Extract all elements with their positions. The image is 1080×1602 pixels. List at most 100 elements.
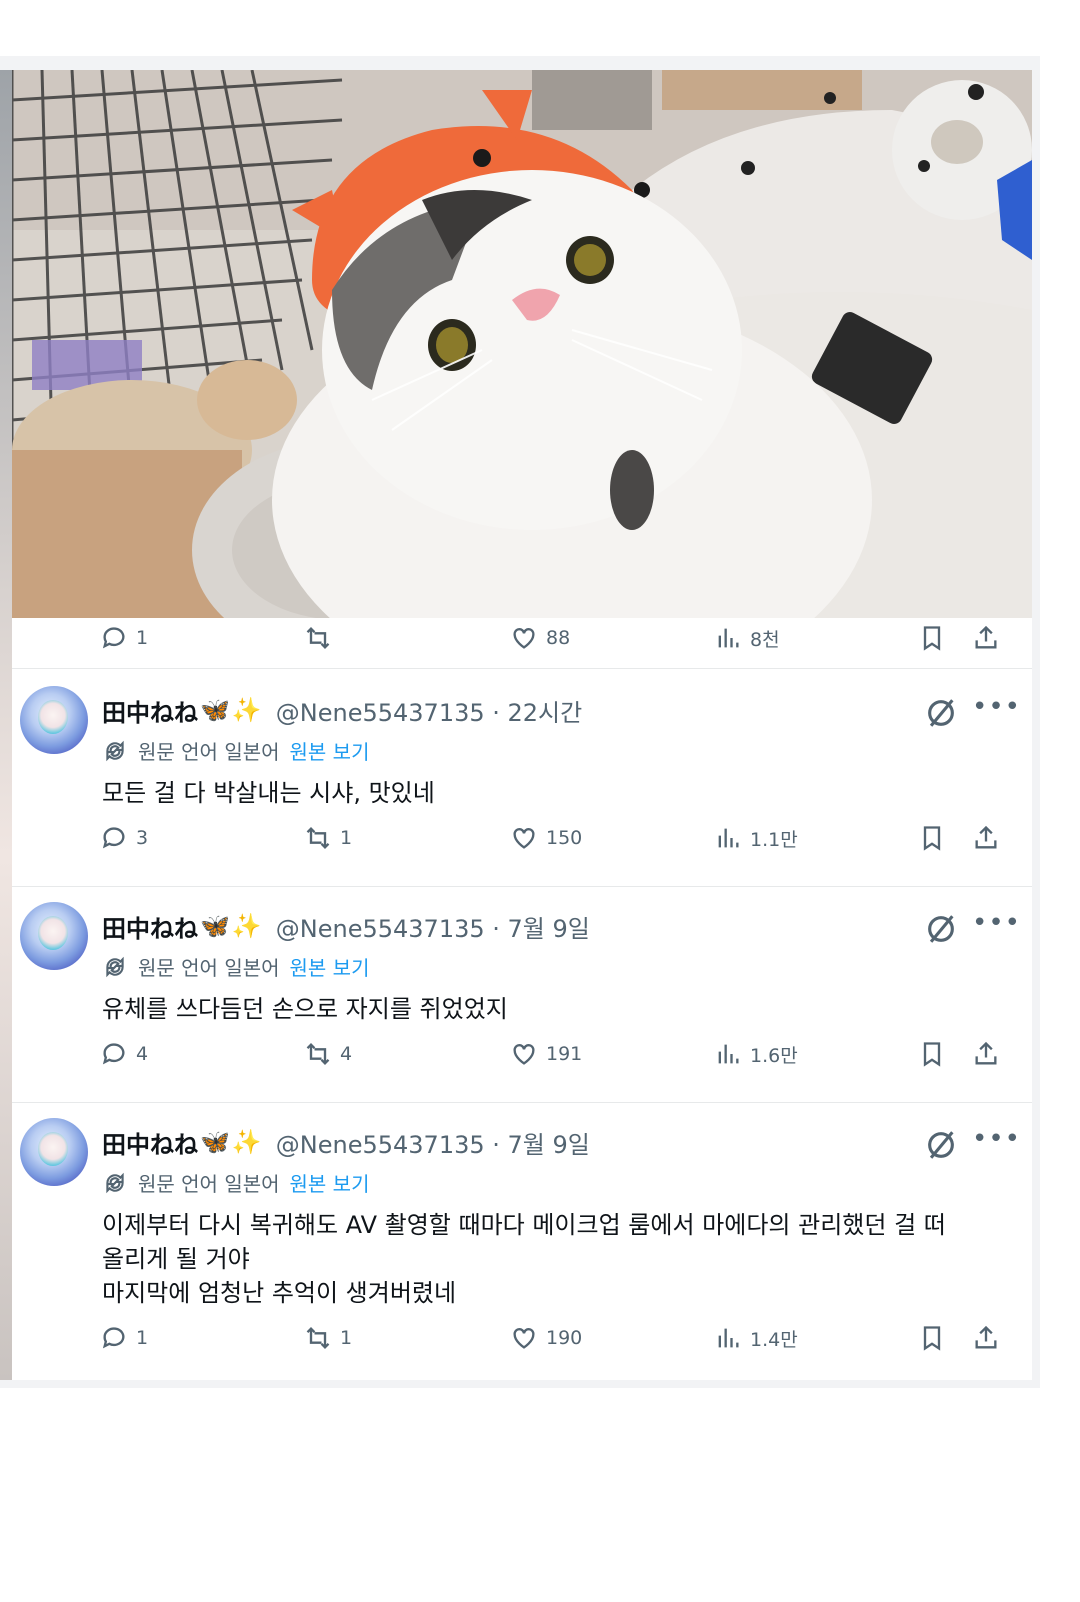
repost-count: 1 xyxy=(340,1327,353,1349)
share-icon xyxy=(975,1041,997,1065)
handle-and-time[interactable]: @Nene55437135 · 22시간 xyxy=(276,693,582,728)
display-name[interactable]: 田中ねね xyxy=(102,1125,198,1160)
share-button[interactable] xyxy=(972,818,1000,858)
bookmark-button[interactable] xyxy=(918,818,946,858)
bookmark-button[interactable] xyxy=(918,618,946,658)
grok-icon[interactable] xyxy=(924,912,958,946)
share-button[interactable] xyxy=(972,1034,1000,1074)
translate-icon xyxy=(106,956,124,977)
repost-button[interactable]: 1 xyxy=(304,818,352,858)
repost-count: 1 xyxy=(340,827,353,849)
avatar[interactable] xyxy=(20,1118,88,1186)
tweet-text: 유체를 쓰다듬던 손으로 자지를 쥐었었지 xyxy=(102,992,1012,1026)
translation-notice: 원문 언어 일본어 원본 보기 xyxy=(102,952,369,981)
views-chart-icon xyxy=(718,1328,739,1348)
translation-notice: 원문 언어 일본어 원본 보기 xyxy=(102,1168,369,1197)
share-button[interactable] xyxy=(972,618,1000,658)
like-button[interactable]: 88 xyxy=(510,618,570,658)
reply-button[interactable]: 1 xyxy=(100,618,148,658)
tweet-header: 田中ねね 🦋 ✨ @Nene55437135 · 22시간 xyxy=(102,692,582,728)
display-name[interactable]: 田中ねね xyxy=(102,909,198,944)
repost-button[interactable] xyxy=(304,618,340,658)
translation-label: 원문 언어 일본어 xyxy=(138,740,280,764)
reply-button[interactable]: 4 xyxy=(100,1034,148,1074)
reply-button[interactable]: 1 xyxy=(100,1318,148,1358)
like-button[interactable]: 190 xyxy=(510,1318,582,1358)
reply-icon xyxy=(102,1327,125,1349)
bookmark-button[interactable] xyxy=(918,1034,946,1074)
views-count: 1.1만 xyxy=(750,828,798,851)
tweet-action-bar: 1 1 190 1.4만 xyxy=(12,1318,1032,1358)
share-button[interactable] xyxy=(972,1318,1000,1358)
divider xyxy=(12,886,1032,887)
like-button[interactable]: 150 xyxy=(510,818,582,858)
reply-button[interactable]: 3 xyxy=(100,818,148,858)
post-action-bar: 1 88 8천 xyxy=(12,618,1032,658)
tweet-text: 모든 걸 다 박살내는 시샤, 맛있네 xyxy=(102,776,1012,810)
views-button[interactable]: 1.1만 xyxy=(714,818,798,858)
reply-icon xyxy=(102,627,125,649)
tweet-text-line: 마지막에 엄청난 추억이 생겨버렸네 xyxy=(102,1279,457,1307)
share-icon xyxy=(975,1325,997,1349)
tweet-action-bar: 3 1 150 1.1만 xyxy=(12,818,1032,858)
like-button[interactable]: 191 xyxy=(510,1034,582,1074)
post-photo[interactable] xyxy=(12,70,1032,618)
avatar[interactable] xyxy=(20,902,88,970)
views-button[interactable]: 1.4만 xyxy=(714,1318,798,1358)
repost-button[interactable]: 1 xyxy=(304,1318,352,1358)
views-count: 1.6만 xyxy=(750,1044,798,1067)
show-original-link[interactable]: 원본 보기 xyxy=(290,952,370,981)
bookmark-icon xyxy=(923,826,941,851)
show-original-link[interactable]: 원본 보기 xyxy=(290,736,370,765)
translation-notice: 원문 언어 일본어 원본 보기 xyxy=(102,736,369,765)
reply-tweet[interactable]: 田中ねね 🦋 ✨ @Nene55437135 · 7월 9일 ••• 원문 언어… xyxy=(12,1110,1032,1380)
views-chart-icon xyxy=(718,828,739,848)
more-options-icon[interactable]: ••• xyxy=(972,692,1021,722)
reply-count: 4 xyxy=(136,1043,149,1065)
more-options-icon[interactable]: ••• xyxy=(972,1124,1021,1154)
more-options-icon[interactable]: ••• xyxy=(972,908,1021,938)
show-original-link[interactable]: 원본 보기 xyxy=(290,1168,370,1197)
views-chart-icon xyxy=(718,628,739,648)
reply-tweet[interactable]: 田中ねね 🦋 ✨ @Nene55437135 · 22시간 ••• 원문 언어 … xyxy=(12,678,1032,886)
reply-count: 1 xyxy=(136,1327,149,1349)
reply-count: 1 xyxy=(136,627,149,649)
views-button[interactable]: 1.6만 xyxy=(714,1034,798,1074)
reply-tweet[interactable]: 田中ねね 🦋 ✨ @Nene55437135 · 7월 9일 ••• 원문 언어… xyxy=(12,894,1032,1102)
bookmark-icon xyxy=(923,1326,941,1351)
like-count: 88 xyxy=(546,627,571,649)
tweet-action-bar: 4 4 191 1.6만 xyxy=(12,1034,1032,1074)
repost-icon xyxy=(306,1327,330,1349)
butterfly-emoji: 🦋 xyxy=(200,912,230,940)
like-count: 150 xyxy=(546,827,583,849)
heart-icon xyxy=(513,1328,535,1349)
heart-icon xyxy=(513,628,535,649)
sparkle-emoji: ✨ xyxy=(231,912,262,940)
tweet-text-line: 유체를 쓰다듬던 손으로 자지를 쥐었었지 xyxy=(102,995,508,1023)
translate-icon xyxy=(106,740,124,761)
translation-label: 원문 언어 일본어 xyxy=(138,1172,280,1196)
bookmark-button[interactable] xyxy=(918,1318,946,1358)
tweet-text-line: 이제부터 다시 복귀해도 AV 촬영할 때마다 메이크업 룸에서 마에다의 관리… xyxy=(102,1211,946,1239)
tweet-text-line: 올리게 될 거야 xyxy=(102,1245,250,1273)
avatar[interactable] xyxy=(20,686,88,754)
handle-and-time[interactable]: @Nene55437135 · 7월 9일 xyxy=(276,1125,590,1160)
tweet-text: 이제부터 다시 복귀해도 AV 촬영할 때마다 메이크업 룸에서 마에다의 관리… xyxy=(102,1208,1012,1310)
tweet-header: 田中ねね 🦋 ✨ @Nene55437135 · 7월 9일 xyxy=(102,1124,590,1160)
display-name[interactable]: 田中ねね xyxy=(102,693,198,728)
repost-button[interactable]: 4 xyxy=(304,1034,352,1074)
grok-icon[interactable] xyxy=(924,1128,958,1162)
reply-icon xyxy=(102,1043,125,1065)
repost-icon xyxy=(306,1043,330,1065)
handle-and-time[interactable]: @Nene55437135 · 7월 9일 xyxy=(276,909,590,944)
grok-icon[interactable] xyxy=(924,696,958,730)
sparkle-emoji: ✨ xyxy=(231,696,262,724)
sparkle-emoji: ✨ xyxy=(231,1128,262,1156)
translate-icon xyxy=(106,1172,124,1193)
tweet-header: 田中ねね 🦋 ✨ @Nene55437135 · 7월 9일 xyxy=(102,908,590,944)
heart-icon xyxy=(513,1044,535,1065)
repost-count: 4 xyxy=(340,1043,353,1065)
views-button[interactable]: 8천 xyxy=(714,618,780,658)
butterfly-emoji: 🦋 xyxy=(200,696,230,724)
like-count: 191 xyxy=(546,1043,583,1065)
